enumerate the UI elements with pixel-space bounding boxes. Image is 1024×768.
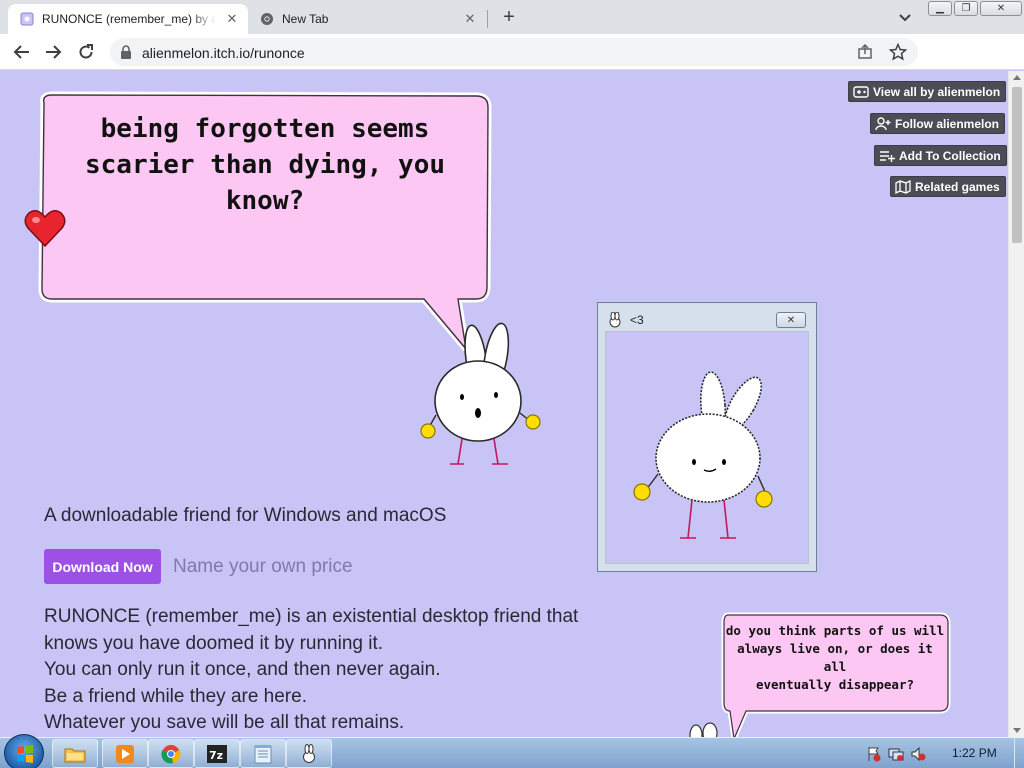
small-bubble-line: eventually disappear?	[755, 677, 915, 692]
view-all-label: View all by alienmelon	[873, 84, 1001, 99]
tab-separator	[487, 10, 488, 28]
description-line: Be a friend while they are here.	[44, 685, 307, 707]
add-to-collection-button[interactable]: Add To Collection	[874, 145, 1007, 166]
bunny-app-icon	[609, 312, 621, 328]
game-tagline: A downloadable friend for Windows and ma…	[44, 505, 447, 526]
svg-text:7z: 7z	[209, 749, 223, 762]
show-desktop-button[interactable]	[1014, 738, 1024, 768]
description-line: Whatever you save will be all that remai…	[44, 712, 405, 733]
windows-logo-icon	[17, 745, 33, 763]
itch-favicon-icon	[20, 12, 34, 26]
chrome-favicon-icon	[261, 13, 273, 25]
related-games-button[interactable]: Related games	[890, 176, 1006, 197]
bunny-app-icon	[303, 743, 315, 763]
scroll-down-icon[interactable]	[1013, 728, 1021, 733]
explorer-icon	[64, 748, 86, 762]
small-bubble-line: do you think parts of us will	[725, 623, 945, 638]
description-line: knows you have doomed it by running it.	[44, 632, 384, 654]
user-plus-icon	[875, 116, 891, 130]
bubble-line: know?	[225, 186, 305, 216]
tab-title: New Tab	[282, 12, 329, 26]
taskbar-runonce[interactable]	[286, 739, 332, 768]
small-bubble-message: do you think parts of us will always liv…	[724, 622, 946, 694]
taskbar-clock[interactable]: 1:22 PM	[952, 746, 997, 760]
taskbar-notepad[interactable]	[240, 739, 286, 768]
notepad-icon	[254, 744, 272, 763]
scrollbar-thumb[interactable]	[1012, 87, 1022, 243]
new-tab-button[interactable]: +	[499, 6, 519, 28]
restore-button[interactable]: ❐	[954, 1, 978, 16]
share-icon[interactable]	[857, 44, 873, 60]
map-icon	[895, 179, 911, 194]
window-controls: ▁ ❐ ✕	[928, 1, 1022, 16]
pet-window-title: <3	[630, 313, 644, 327]
tab-runonce[interactable]: RUNONCE (remember_me) by alienmelon ✕	[8, 4, 248, 34]
follow-button[interactable]: Follow alienmelon	[870, 113, 1006, 134]
bubble-message: being forgotten seems scarier than dying…	[60, 111, 470, 219]
7zip-icon: 7z	[207, 744, 227, 763]
tab-title: RUNONCE (remember_me) by alienmelon	[42, 12, 216, 26]
heart-icon	[24, 210, 66, 248]
tab-new-tab[interactable]: New Tab ✕	[250, 4, 486, 34]
bubble-line: scarier than dying, you	[84, 150, 446, 180]
reload-icon[interactable]	[76, 42, 96, 62]
taskbar-explorer[interactable]	[52, 739, 98, 768]
minimize-button[interactable]: ▁	[928, 1, 952, 16]
media-player-icon	[116, 744, 134, 763]
system-tray	[866, 746, 926, 762]
description-line: You can only run it once, and then never…	[44, 659, 441, 680]
browser-toolbar: alienmelon.itch.io/runonce ⋮	[0, 34, 1024, 97]
tab-strip: RUNONCE (remember_me) by alienmelon ✕ Ne…	[0, 0, 1024, 34]
url-text[interactable]: alienmelon.itch.io/runonce	[142, 45, 305, 61]
view-all-button[interactable]: View all by alienmelon	[848, 81, 1007, 102]
taskbar-media-player[interactable]	[102, 739, 148, 768]
volume-muted-icon[interactable]	[910, 746, 926, 762]
tab-close-icon[interactable]: ✕	[224, 11, 240, 27]
playlist-add-icon	[880, 150, 895, 162]
taskbar-7zip[interactable]: 7z	[194, 739, 240, 768]
related-games-label: Related games	[915, 179, 1000, 194]
bunny-character-icon	[420, 322, 541, 465]
network-icon[interactable]	[888, 746, 904, 762]
bookmark-star-icon[interactable]	[889, 43, 907, 61]
bubble-line: being forgotten seems	[100, 114, 430, 144]
pet-bunny-icon[interactable]	[628, 366, 778, 546]
tab-close-icon[interactable]: ✕	[462, 11, 478, 27]
gamepad-icon	[853, 85, 869, 98]
taskbar-chrome[interactable]	[148, 739, 194, 768]
description-line: RUNONCE (remember_me) is an existential …	[44, 606, 579, 627]
tab-search-chevron-icon[interactable]	[896, 8, 914, 26]
action-center-flag-icon[interactable]	[866, 746, 882, 762]
start-button[interactable]	[4, 734, 44, 768]
itch-game-page: View all by alienmelon Follow alienmelon…	[0, 71, 1008, 737]
forward-icon[interactable]	[43, 42, 63, 62]
scroll-up-icon[interactable]	[1013, 75, 1021, 80]
lock-icon[interactable]	[120, 45, 132, 59]
download-now-button[interactable]: Download Now	[44, 549, 161, 584]
close-window-button[interactable]: ✕	[980, 1, 1022, 16]
pet-window-close-button[interactable]: ✕	[776, 312, 806, 328]
back-icon[interactable]	[12, 42, 32, 62]
peeking-bunny-icon	[689, 722, 718, 737]
small-bubble-line: always live on, or does it all	[737, 641, 933, 674]
page-scrollbar[interactable]	[1008, 71, 1024, 737]
price-label: Name your own price	[173, 556, 353, 577]
add-to-collection-label: Add To Collection	[899, 148, 1001, 163]
windows-taskbar: 7z 1:22 PM	[0, 734, 1024, 768]
address-bar[interactable]: alienmelon.itch.io/runonce	[110, 38, 918, 66]
follow-label: Follow alienmelon	[895, 116, 1000, 131]
game-description: RUNONCE (remember_me) is an existential …	[44, 604, 578, 737]
chrome-icon	[161, 744, 181, 763]
